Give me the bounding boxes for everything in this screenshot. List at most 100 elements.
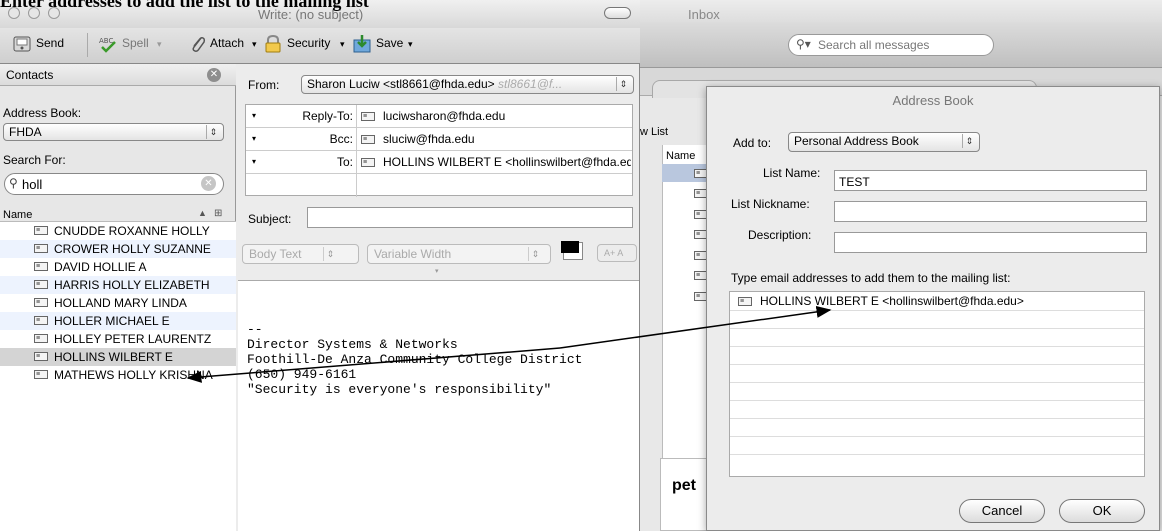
mailing-list-members[interactable]: ≡ HOLLINS WILBERT E <hollinswilbert@fhda… — [729, 291, 1145, 477]
recipient-row[interactable]: ▾ Reply-To: ≡ luciwsharon@fhda.edu — [246, 105, 632, 128]
inbox-title: Inbox — [688, 7, 720, 22]
divider — [730, 382, 1144, 383]
contact-row[interactable]: ≡ HOLLEY PETER LAURENTZ — [0, 330, 236, 348]
recipient-type[interactable]: Bcc: — [330, 132, 353, 146]
from-value: Sharon Luciw <stl8661@fhda.edu> stl8661@… — [307, 77, 563, 91]
updown-arrows-icon: ⇕ — [962, 134, 976, 148]
card-icon: ≡ — [361, 112, 375, 121]
contact-row-selected[interactable]: ≡ HOLLINS WILBERT E — [0, 348, 236, 366]
card-icon: ≡ — [34, 262, 48, 271]
card-icon: ≡ — [34, 226, 48, 235]
divider — [730, 328, 1144, 329]
save-button[interactable]: Save — [376, 36, 403, 50]
message-body[interactable] — [238, 280, 639, 531]
add-to-value: Personal Address Book — [794, 134, 919, 148]
divider — [356, 105, 357, 128]
updown-arrows-icon: ⇕ — [528, 247, 542, 261]
security-button[interactable]: Security — [287, 36, 330, 50]
column-picker-icon[interactable]: ⊞ — [214, 208, 222, 219]
attach-button[interactable]: Attach — [210, 36, 244, 50]
card-icon: ≡ — [34, 370, 48, 379]
subject-label: Subject: — [248, 212, 292, 226]
resize-handle-icon[interactable]: ▾ — [435, 267, 439, 275]
paragraph-style-select[interactable]: Body Text ⇕ — [242, 244, 359, 264]
text-color-swatch[interactable] — [561, 241, 579, 253]
ok-button[interactable]: OK — [1059, 499, 1145, 523]
sort-ascending-icon[interactable]: ▲ — [198, 208, 207, 218]
contact-name: HOLLAND MARY LINDA — [54, 296, 187, 310]
security-dropdown-icon[interactable]: ▾ — [340, 39, 345, 50]
contacts-search-value: holl — [22, 177, 43, 192]
contact-row[interactable]: ≡ HARRIS HOLLY ELIZABETH — [0, 276, 236, 294]
paragraph-style-value: Body Text — [249, 247, 302, 261]
send-button[interactable]: Send — [36, 36, 64, 50]
updown-arrows-icon: ⇕ — [206, 125, 220, 139]
card-icon: ≡ — [34, 334, 48, 343]
font-size-button[interactable]: A+ A — [597, 244, 637, 262]
updown-arrows-icon: ⇕ — [616, 77, 630, 91]
list-label: w List — [640, 126, 669, 138]
contact-name: HOLLER MICHAEL E — [54, 314, 170, 328]
recipient-type[interactable]: To: — [337, 155, 353, 169]
add-to-select[interactable]: Personal Address Book ⇕ — [788, 132, 980, 152]
clear-search-icon[interactable]: ✕ — [201, 176, 216, 191]
contact-row[interactable]: ≡ DAVID HOLLIE A — [0, 258, 236, 276]
recipient-address-field[interactable]: HOLLINS WILBERT E <hollinswilbert@fhda.e… — [383, 155, 631, 169]
list-column-name[interactable]: Name — [666, 150, 695, 162]
subject-input[interactable] — [307, 207, 633, 228]
list-name-input[interactable]: TEST — [834, 170, 1147, 191]
spell-dropdown-icon[interactable]: ▾ — [157, 39, 162, 50]
contact-row[interactable]: ≡ HOLLAND MARY LINDA — [0, 294, 236, 312]
address-book-title: Address Book — [892, 93, 974, 108]
divider — [730, 310, 1144, 311]
description-input[interactable] — [834, 232, 1147, 253]
recipient-type-dropdown-icon[interactable]: ▾ — [252, 111, 256, 120]
member-address[interactable]: HOLLINS WILBERT E <hollinswilbert@fhda.e… — [760, 294, 1024, 308]
recipient-type-dropdown-icon[interactable]: ▾ — [252, 157, 256, 166]
search-for-label: Search For: — [3, 153, 66, 167]
add-to-label: Add to: — [733, 136, 772, 150]
contact-name: MATHEWS HOLLY KRISHNA — [54, 368, 213, 382]
address-book-select[interactable]: FHDA ⇕ — [3, 123, 224, 141]
list-name-value: TEST — [839, 175, 870, 189]
spell-button[interactable]: Spell — [122, 36, 149, 50]
toolbar-toggle-button[interactable] — [604, 7, 631, 19]
from-select[interactable]: Sharon Luciw <stl8661@fhda.edu> stl8661@… — [301, 75, 634, 94]
recipient-address-field[interactable]: sluciw@fhda.edu — [383, 132, 631, 146]
save-icon — [353, 35, 371, 53]
recipients-table: ▾ Reply-To: ≡ luciwsharon@fhda.edu ▾ Bcc… — [245, 104, 633, 197]
divider — [356, 151, 357, 174]
font-value: Variable Width — [374, 247, 452, 261]
spell-check-icon: ABC — [99, 37, 116, 53]
divider — [356, 128, 357, 151]
font-select[interactable]: Variable Width ⇕ — [367, 244, 551, 264]
contact-name: HOLLEY PETER LAURENTZ — [54, 332, 212, 346]
list-name-label: List Name: — [763, 166, 821, 180]
contacts-list: ≡ CNUDDE ROXANNE HOLLY ≡ CROWER HOLLY SU… — [0, 222, 236, 531]
recipient-row[interactable]: ▾ Bcc: ≡ sluciw@fhda.edu — [246, 128, 632, 151]
recipient-address-field[interactable]: luciwsharon@fhda.edu — [383, 109, 631, 123]
contacts-column-name[interactable]: Name — [3, 209, 32, 221]
list-nickname-label: List Nickname: — [731, 197, 810, 211]
close-sidebar-icon[interactable]: ✕ — [207, 68, 221, 82]
mailing-list-instructions: Type email addresses to add them to the … — [731, 271, 1011, 285]
contact-row[interactable]: ≡ HOLLER MICHAEL E — [0, 312, 236, 330]
recipient-type-dropdown-icon[interactable]: ▾ — [252, 134, 256, 143]
mailing-list-row[interactable]: ≡ HOLLINS WILBERT E <hollinswilbert@fhda… — [730, 292, 1144, 310]
attach-dropdown-icon[interactable]: ▾ — [252, 39, 257, 50]
list-nickname-input[interactable] — [834, 201, 1147, 222]
contact-row[interactable]: ≡ CNUDDE ROXANNE HOLLY — [0, 222, 236, 240]
search-icon: ⚲▾ — [796, 37, 811, 51]
recipient-type[interactable]: Reply-To: — [302, 109, 353, 123]
divider — [730, 346, 1144, 347]
send-icon — [13, 36, 31, 52]
save-dropdown-icon[interactable]: ▾ — [408, 39, 413, 50]
recipient-row[interactable]: ▾ To: ≡ HOLLINS WILBERT E <hollinswilber… — [246, 151, 632, 174]
cancel-button[interactable]: Cancel — [959, 499, 1045, 523]
recipient-row-empty[interactable] — [246, 174, 632, 197]
document-heading: Enter addresses to add the list to the m… — [0, 0, 369, 11]
contact-row[interactable]: ≡ MATHEWS HOLLY KRISHNA — [0, 366, 236, 384]
card-icon: ≡ — [34, 298, 48, 307]
contact-row[interactable]: ≡ CROWER HOLLY SUZANNE — [0, 240, 236, 258]
preview-text: pet — [672, 477, 696, 494]
